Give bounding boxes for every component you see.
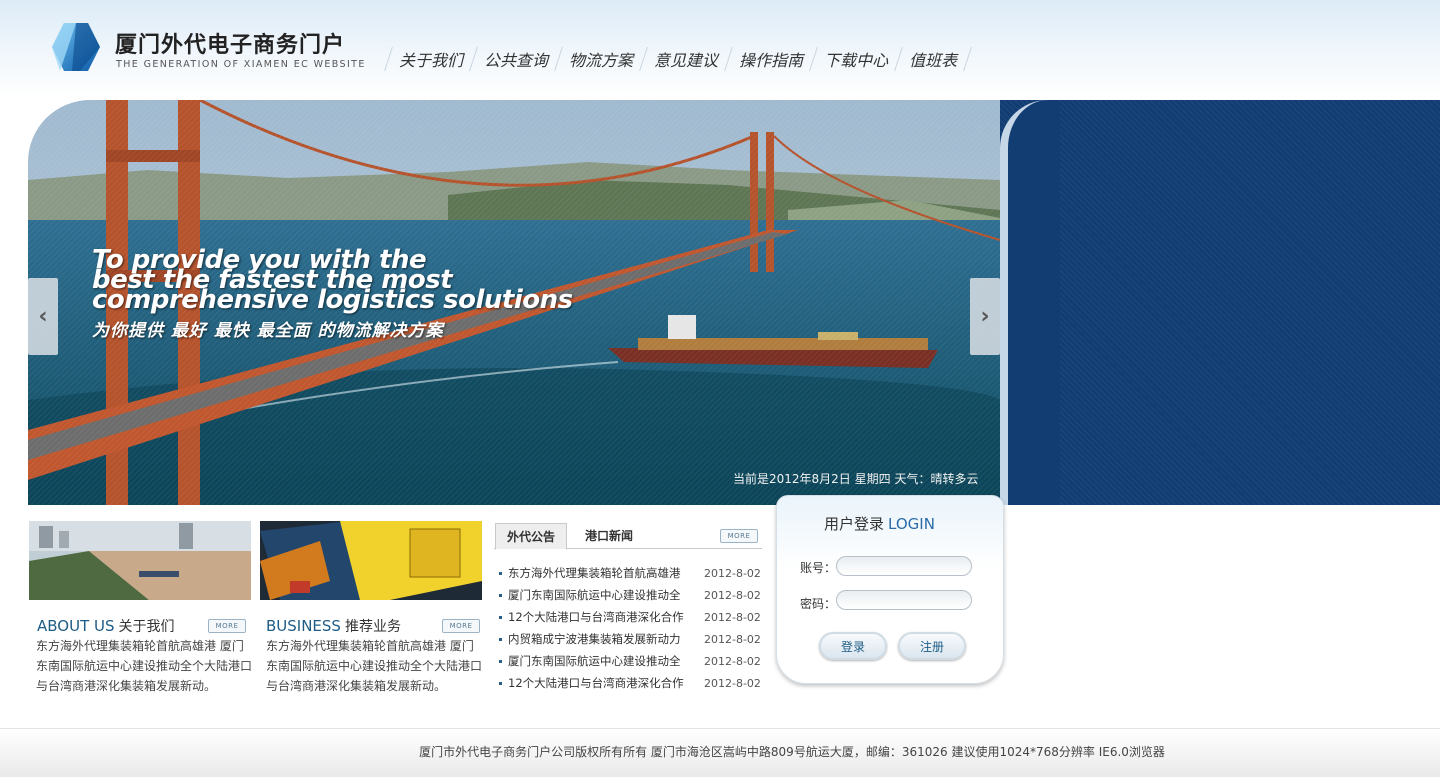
news-title: 12个大陆港口与台湾商港深化合作 bbox=[508, 610, 684, 624]
chevron-left-icon: ‹ bbox=[38, 304, 48, 329]
nav-separator bbox=[469, 47, 478, 71]
password-input[interactable] bbox=[836, 590, 972, 610]
banner-side-panel bbox=[1000, 100, 1440, 505]
news-item[interactable]: 12个大陆港口与台湾商港深化合作 2012-8-02 bbox=[496, 672, 762, 694]
business-thumbnail[interactable] bbox=[260, 521, 482, 600]
about-title-cn: 关于我们 bbox=[118, 619, 175, 635]
news-date: 2012-8-02 bbox=[704, 654, 761, 668]
nav-public-query[interactable]: 公共查询 bbox=[484, 47, 548, 71]
about-title[interactable]: ABOUT US 关于我们 bbox=[37, 616, 175, 636]
login-title: 用户登录 LOGIN bbox=[824, 513, 935, 534]
account-label: 账号： bbox=[800, 561, 837, 575]
nav-feedback[interactable]: 意见建议 bbox=[654, 47, 718, 71]
login-title-en: LOGIN bbox=[888, 515, 935, 533]
business-title-cn: 推荐业务 bbox=[344, 619, 401, 635]
nav-duty-roster[interactable]: 值班表 bbox=[909, 47, 957, 71]
news-date: 2012-8-02 bbox=[704, 676, 761, 690]
password-label: 密码： bbox=[800, 597, 837, 611]
news-title: 东方海外代理集装箱轮首航高雄港 bbox=[508, 566, 681, 580]
news-date: 2012-8-02 bbox=[704, 566, 761, 580]
bullet-icon bbox=[499, 615, 502, 619]
login-title-cn: 用户登录 bbox=[824, 515, 885, 533]
nav-about[interactable]: 关于我们 bbox=[399, 47, 463, 71]
nav-separator bbox=[963, 47, 973, 71]
chevron-right-icon: › bbox=[980, 304, 990, 329]
business-title[interactable]: BUSINESS 推荐业务 bbox=[266, 616, 401, 636]
news-date: 2012-8-02 bbox=[704, 632, 761, 646]
headline-cn: 为你提供 最好 最快 最全面 的物流解决方案 bbox=[92, 321, 444, 341]
business-title-en: BUSINESS bbox=[266, 617, 341, 635]
headline-line-3: comprehensive logistics solutions bbox=[92, 285, 573, 315]
news-title: 内贸箱成宁波港集装箱发展新动力 bbox=[508, 632, 681, 646]
site-subtitle: THE GENERATION OF XIAMEN EC WEBSITE bbox=[116, 59, 366, 70]
bullet-icon bbox=[499, 593, 502, 597]
about-text: 东方海外代理集装箱轮首航高雄港 厦门东南国际航运中心建设推动全个大陆港口与台湾商… bbox=[36, 639, 253, 693]
nav-separator bbox=[554, 47, 563, 71]
nav-separator bbox=[639, 47, 648, 71]
tab-announcements[interactable]: 外代公告 bbox=[495, 523, 567, 550]
account-input[interactable] bbox=[836, 556, 972, 576]
news-item[interactable]: 厦门东南国际航运中心建设推动全 2012-8-02 bbox=[496, 650, 762, 672]
nav-separator bbox=[809, 47, 818, 71]
site-title: 厦门外代电子商务门户 bbox=[115, 33, 346, 58]
news-item[interactable]: 12个大陆港口与台湾商港深化合作 2012-8-02 bbox=[496, 606, 762, 628]
main-nav: 关于我们 公共查询 物流方案 意见建议 操作指南 下载中心 值班表 bbox=[384, 44, 978, 74]
nav-download[interactable]: 下载中心 bbox=[824, 47, 888, 71]
bullet-icon bbox=[499, 637, 502, 641]
news-title: 厦门东南国际航运中心建设推动全 bbox=[508, 654, 681, 668]
about-thumbnail[interactable] bbox=[29, 521, 251, 600]
register-button[interactable]: 注册 bbox=[898, 632, 966, 660]
nav-guide[interactable]: 操作指南 bbox=[739, 47, 803, 71]
news-title: 厦门东南国际航运中心建设推动全 bbox=[508, 588, 681, 602]
date-weather-info: 当前是2012年8月2日 星期四 天气：晴转多云 bbox=[733, 472, 979, 486]
bullet-icon bbox=[499, 681, 502, 685]
banner-prev-button[interactable]: ‹ bbox=[28, 278, 58, 355]
bullet-icon bbox=[499, 571, 502, 575]
blue-gem-logo-icon[interactable] bbox=[50, 21, 102, 73]
business-text: 东方海外代理集装箱轮首航高雄港 厦门东南国际航运中心建设推动全个大陆港口与台湾商… bbox=[266, 639, 483, 693]
bullet-icon bbox=[499, 659, 502, 663]
banner-frame bbox=[1000, 100, 1060, 505]
footer-copyright: 厦门市外代电子商务门户公司版权所有所有 厦门市海沧区嵩屿中路809号航运大厦，邮… bbox=[419, 745, 1165, 759]
news-list: 东方海外代理集装箱轮首航高雄港 2012-8-02 厦门东南国际航运中心建设推动全… bbox=[496, 562, 762, 694]
news-item[interactable]: 厦门东南国际航运中心建设推动全 2012-8-02 bbox=[496, 584, 762, 606]
banner-headline: To provide you with the best the fastest… bbox=[92, 247, 573, 341]
news-title: 12个大陆港口与台湾商港深化合作 bbox=[508, 676, 684, 690]
about-more-button[interactable]: MORE bbox=[208, 619, 246, 633]
news-date: 2012-8-02 bbox=[704, 588, 761, 602]
nav-separator bbox=[724, 47, 733, 71]
news-item[interactable]: 内贸箱成宁波港集装箱发展新动力 2012-8-02 bbox=[496, 628, 762, 650]
nav-separator bbox=[894, 47, 903, 71]
news-date: 2012-8-02 bbox=[704, 610, 761, 624]
business-more-button[interactable]: MORE bbox=[442, 619, 480, 633]
banner-next-button[interactable]: › bbox=[970, 278, 1000, 355]
tab-port-news[interactable]: 港口新闻 bbox=[574, 523, 644, 548]
login-button[interactable]: 登录 bbox=[819, 632, 887, 660]
nav-logistics[interactable]: 物流方案 bbox=[569, 47, 633, 71]
about-title-en: ABOUT US bbox=[37, 617, 115, 635]
news-item[interactable]: 东方海外代理集装箱轮首航高雄港 2012-8-02 bbox=[496, 562, 762, 584]
news-more-button[interactable]: MORE bbox=[720, 529, 758, 543]
